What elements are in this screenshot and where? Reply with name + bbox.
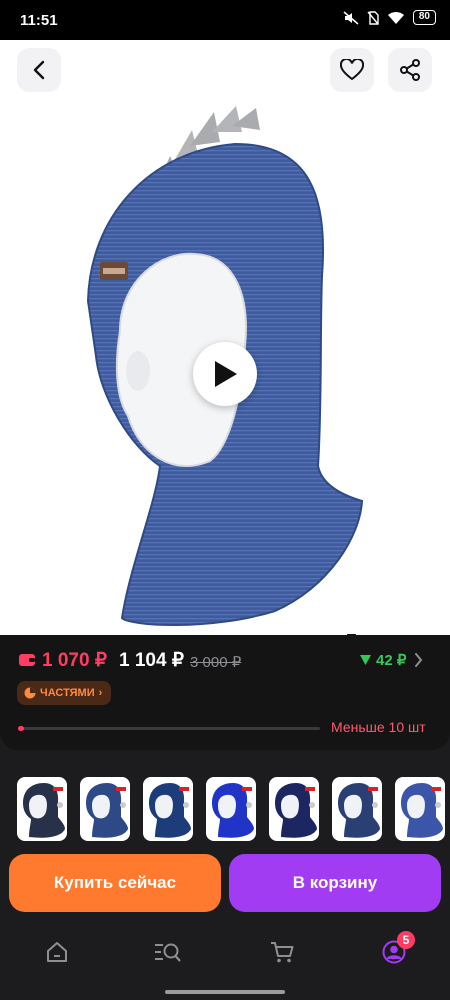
bonus-arrow-icon: [360, 655, 371, 665]
battery-indicator: 80: [412, 10, 436, 25]
thumbnail-6[interactable]: [332, 777, 382, 841]
thumbnail-7[interactable]: [395, 777, 445, 841]
thumbnail-strip[interactable]: [0, 760, 450, 855]
chevron-right-icon[interactable]: [414, 653, 423, 667]
cart-icon: [271, 942, 294, 963]
wallet-icon: [19, 654, 35, 666]
back-icon: [33, 60, 45, 80]
mute-icon: [343, 10, 359, 25]
price-panel: 1 070 ₽ 1 104 ₽ 3 000 ₽ 42 ₽ ЧАСТЯМИ › М…: [0, 635, 450, 750]
favorite-button[interactable]: [330, 48, 374, 92]
nav-catalog[interactable]: [148, 936, 188, 968]
nav-cart[interactable]: [262, 936, 302, 968]
wallet-price: 1 070 ₽: [42, 650, 107, 671]
thumbnail-2[interactable]: [80, 777, 130, 841]
current-price: 1 104 ₽: [119, 650, 184, 671]
bonus-value: 42 ₽: [376, 652, 407, 669]
home-icon: [47, 942, 67, 962]
pie-clock-icon: [24, 687, 36, 699]
status-time: 11:51: [20, 12, 58, 29]
stock-text: Меньше 10 шт: [331, 719, 426, 735]
status-bar: 11:51 80: [0, 0, 450, 40]
profile-badge: 5: [397, 931, 415, 949]
video-play-button[interactable]: [193, 342, 257, 406]
old-price: 3 000 ₽: [190, 654, 242, 671]
nav-home[interactable]: [37, 936, 77, 968]
installments-arrow: ›: [98, 687, 103, 699]
thumbnail-5[interactable]: [269, 777, 319, 841]
thumbnail-image: [149, 783, 191, 838]
thumbnail-1[interactable]: [17, 777, 67, 841]
home-indicator: [165, 990, 285, 994]
no-sim-icon: [367, 10, 379, 25]
catalog-search-icon: [155, 943, 181, 962]
thumbnail-3[interactable]: [143, 777, 193, 841]
product-gallery[interactable]: 1 / 3 Похожие ›: [0, 40, 450, 651]
thumbnail-image: [275, 783, 317, 838]
thumbnail-image: [86, 783, 128, 838]
heart-icon: [340, 59, 364, 81]
thumbnail-image: [338, 783, 380, 838]
thumbnail-image: [23, 783, 65, 838]
thumbnail-image: [401, 783, 443, 838]
installments-button[interactable]: ЧАСТЯМИ ›: [17, 681, 112, 705]
stock-progress: [18, 726, 320, 731]
bottom-nav: [0, 920, 450, 1000]
stock-progress-fill: [18, 726, 25, 731]
add-to-cart-button[interactable]: В корзину: [229, 854, 441, 912]
back-button[interactable]: [17, 48, 61, 92]
installments-label: ЧАСТЯМИ: [40, 687, 95, 699]
status-icons: 80: [343, 10, 436, 25]
thumbnail-image: [212, 783, 254, 838]
share-button[interactable]: [388, 48, 432, 92]
thumbnail-4[interactable]: [206, 777, 256, 841]
bonus-points[interactable]: 42 ₽: [360, 651, 406, 669]
play-icon: [215, 361, 237, 387]
share-icon: [400, 59, 420, 81]
buy-now-button[interactable]: Купить сейчас: [9, 854, 221, 912]
wifi-icon: [387, 11, 404, 24]
